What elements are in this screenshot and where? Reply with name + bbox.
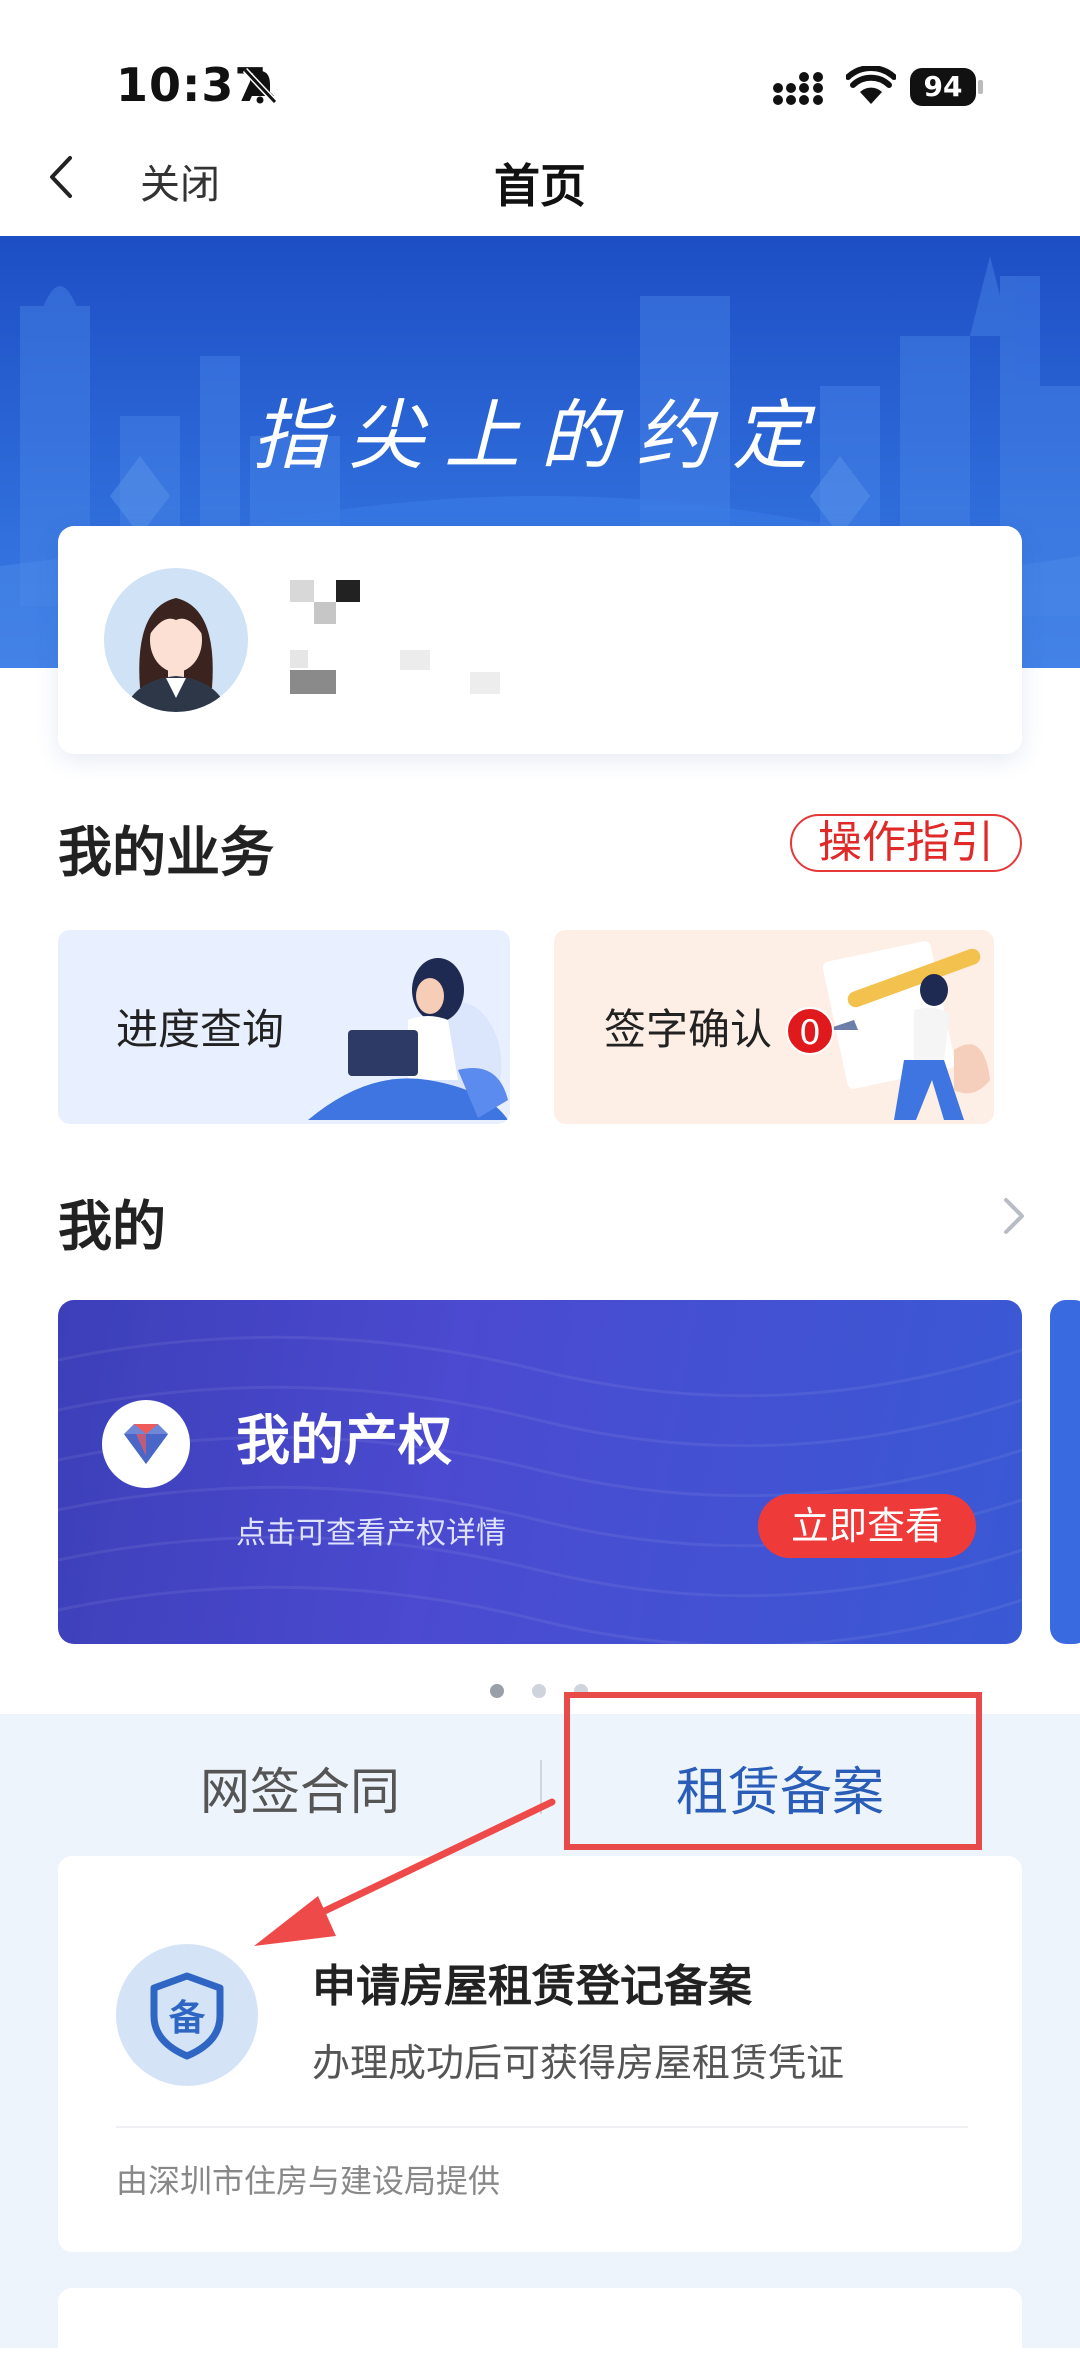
battery-indicator: 94: [910, 68, 976, 106]
battery-tip: [978, 80, 983, 94]
view-now-button[interactable]: 立即查看: [758, 1494, 976, 1558]
service-title: 申请房屋租赁登记备案: [312, 1961, 752, 2012]
next-service-card[interactable]: [58, 2288, 1022, 2368]
name-mosaic: [290, 580, 362, 628]
user-avatar: [104, 568, 248, 712]
property-card-title: 我的产权: [236, 1409, 452, 1472]
signature-confirm-label: 签字确认: [604, 1005, 773, 1054]
business-section-title: 我的业务: [58, 821, 274, 884]
banner-title: 指尖上的约定: [252, 391, 828, 480]
bell-muted-icon: [242, 67, 278, 105]
filing-char: 备: [169, 1998, 206, 2039]
service-provider: 由深圳市住房与建设局提供: [116, 2162, 501, 2200]
tab-online-contract[interactable]: 网签合同: [140, 1752, 460, 1824]
wifi-icon: [846, 66, 896, 104]
progress-query-label: 进度查询: [116, 1005, 285, 1054]
operation-guide-button[interactable]: 操作指引: [790, 814, 1022, 872]
chevron-right-icon[interactable]: [998, 1194, 1028, 1238]
diamond-icon-wrap: [102, 1400, 190, 1488]
signal-icon: [773, 72, 823, 105]
phone-mosaic: [290, 650, 520, 696]
tab-divider: [540, 1760, 542, 1814]
service-subtitle: 办理成功后可获得房屋租赁凭证: [312, 2041, 845, 2085]
signature-count-badge: 0: [786, 1007, 834, 1055]
laptop-woman-illustration: [308, 958, 508, 1120]
annotation-highlight-box: [564, 1692, 982, 1850]
next-card-peek[interactable]: [1050, 1300, 1080, 1644]
wave-pattern: [58, 1335, 1022, 1644]
signature-confirm-tile[interactable]: 签字确认: [554, 930, 994, 1124]
avatar-illustration: [124, 598, 228, 712]
service-divider: [116, 2126, 968, 2128]
mine-section-title: 我的: [58, 1195, 166, 1258]
filing-shield-icon-wrap: 备: [116, 1944, 258, 2086]
filing-shield-icon: 备: [150, 1972, 224, 2060]
progress-query-tile[interactable]: 进度查询: [58, 930, 510, 1124]
diamond-icon: [124, 1424, 168, 1464]
carousel-dot-1[interactable]: [490, 1684, 504, 1698]
property-card-subtitle: 点击可查看产权详情: [236, 1516, 506, 1551]
carousel-dot-2[interactable]: [532, 1684, 546, 1698]
property-card[interactable]: [58, 1300, 1022, 1644]
page-title: 首页: [494, 159, 586, 213]
